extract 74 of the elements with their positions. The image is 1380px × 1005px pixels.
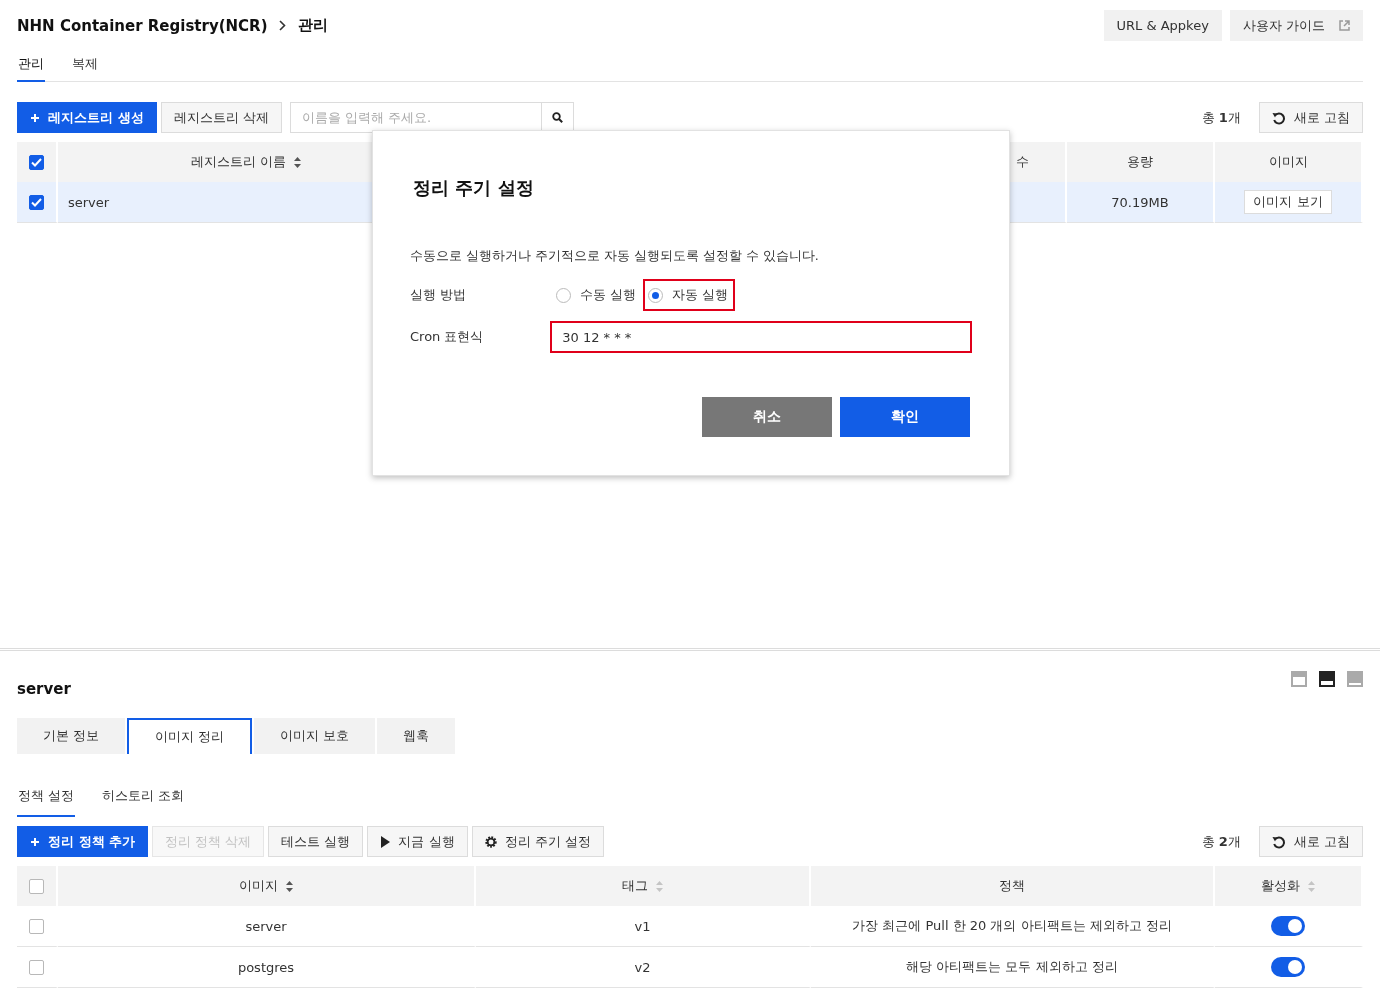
toolbar-button[interactable]: 테스트 실행 [268, 826, 364, 857]
column-label: 활성화 [1261, 877, 1300, 895]
sort-icon[interactable] [294, 156, 302, 168]
toolbar-button[interactable]: 정리 정책 추가 [17, 826, 149, 857]
checkbox[interactable] [29, 154, 44, 170]
search-icon [551, 112, 563, 123]
tab[interactable]: 이미지 정리 [127, 718, 253, 754]
sort-icon[interactable] [286, 880, 293, 892]
refresh-button[interactable]: 새로 고침 [1258, 102, 1363, 133]
table-cell: postgres [58, 947, 476, 988]
column-label: 정책 [999, 877, 1025, 895]
subtab[interactable]: 정책 설정 [17, 787, 76, 817]
toolbar-button[interactable]: 지금 실행 [367, 826, 468, 857]
table-cell: 해당 아티팩트는 모두 제외하고 정리 [811, 947, 1215, 988]
cancel-button[interactable]: 취소 [702, 397, 832, 437]
tab[interactable]: 웹훅 [377, 718, 456, 754]
field-label: 실행 방법 [410, 286, 468, 304]
field-label: Cron 표현식 [410, 328, 485, 346]
view-images-button[interactable]: 이미지 보기 [1244, 190, 1332, 214]
column-header[interactable]: 활성화 [1215, 866, 1363, 906]
radio-button[interactable] [556, 287, 571, 303]
total-count: 총 1개 [1201, 108, 1241, 127]
radio-label: 자동 실행 [672, 286, 729, 304]
confirm-button[interactable]: 확인 [840, 397, 970, 437]
column-label: 이미지 [1268, 153, 1308, 171]
search-field[interactable]: 이름을 입력해 주세요. [289, 102, 542, 133]
radio-option[interactable]: 수동 실행 [551, 279, 644, 311]
tab[interactable]: 관리 [17, 55, 45, 82]
toolbar-button[interactable]: 레지스트리 삭제 [160, 102, 282, 133]
checkbox[interactable] [29, 918, 44, 934]
page-title: 관리 [298, 16, 329, 35]
refresh-icon [1271, 834, 1286, 849]
header-button[interactable]: URL & Appkey [1103, 10, 1222, 41]
table-cell: v1 [476, 906, 811, 947]
cron-field[interactable]: 30 12 * * * [550, 321, 972, 353]
column-header[interactable]: 이미지 [58, 866, 476, 906]
toggle-switch[interactable] [1271, 916, 1305, 936]
table-cell: 70.19MB [1067, 182, 1215, 223]
refresh-button[interactable]: 새로 고침 [1258, 826, 1363, 857]
refresh-icon [1271, 110, 1286, 125]
tab[interactable]: 복제 [71, 55, 99, 82]
table-cell: 가장 최근에 Pull 한 20 개의 아티팩트는 제외하고 정리 [811, 906, 1215, 947]
radio-label: 수동 실행 [580, 286, 637, 304]
plus-icon [30, 112, 40, 123]
column-label: 레지스트리 이름 [190, 153, 287, 171]
checkbox[interactable] [29, 878, 44, 894]
checkbox[interactable] [29, 959, 44, 975]
total-count: 총 2개 [1201, 832, 1241, 851]
panel-title: server [17, 680, 71, 698]
toolbar-button[interactable]: 레지스트리 생성 [17, 102, 157, 133]
column-label: 이미지 [239, 877, 278, 895]
radio-button[interactable] [648, 287, 664, 303]
layout-icon[interactable] [1319, 671, 1335, 687]
column-label: 태그 [622, 877, 648, 895]
tab[interactable]: 이미지 보호 [254, 718, 376, 754]
external-link-icon [1339, 20, 1350, 31]
dialog-description: 수동으로 실행하거나 주기적으로 자동 실행되도록 설정할 수 있습니다. [410, 248, 820, 265]
table-cell: server [58, 906, 476, 947]
table-cell: v2 [476, 947, 811, 988]
chevron-right-icon [279, 20, 287, 31]
column-header[interactable]: 태그 [476, 866, 811, 906]
plus-icon [30, 836, 40, 847]
toolbar-button[interactable]: 정리 주기 설정 [471, 826, 604, 857]
gear-icon [484, 835, 497, 848]
subtab[interactable]: 히스토리 조회 [101, 787, 186, 817]
breadcrumb-link[interactable]: NHN Container Registry(NCR) [17, 16, 268, 35]
play-icon [380, 835, 391, 848]
column-label: 수 [1016, 153, 1029, 171]
user-guide-button[interactable]: 사용자 가이드 [1229, 10, 1363, 41]
column-label: 용량 [1127, 153, 1153, 171]
checkbox[interactable] [29, 194, 44, 210]
radio-option[interactable]: 자동 실행 [643, 279, 736, 311]
toggle-switch[interactable] [1271, 957, 1305, 977]
tab[interactable]: 기본 정보 [17, 718, 126, 754]
